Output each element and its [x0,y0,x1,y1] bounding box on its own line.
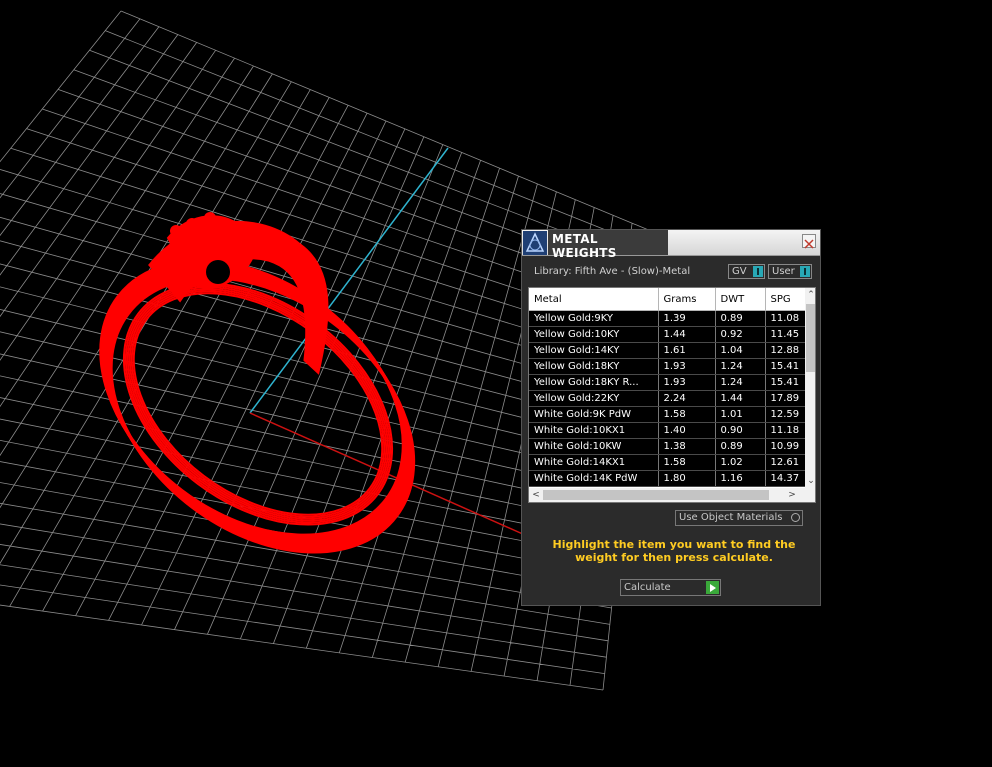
cell-grams: 2.24 [658,390,716,407]
library-label: Library: Fifth Ave - (Slow)-Metal [534,266,691,277]
cell-spg: 11.08 [765,310,806,327]
close-icon [804,239,814,249]
cell-grams: 1.93 [658,374,716,391]
close-button[interactable] [802,234,816,249]
cell-dwt: 0.92 [715,326,766,343]
table-row[interactable]: Yellow Gold:22KY 2.24 1.44 17.89 [529,390,806,407]
calculate-label: Calculate [624,582,671,593]
cell-dwt: 1.01 [715,406,766,423]
scroll-right-icon[interactable]: > [785,488,799,502]
cell-metal: Yellow Gold:18KY [529,358,659,375]
metal-weights-panel: METAL WEIGHTS Library: Fifth Ave - (Slow… [521,229,821,606]
user-toggle[interactable]: User [768,264,812,279]
cell-grams: 1.38 [658,438,716,455]
table-row[interactable]: White Gold:14K PdW 1.80 1.16 14.37 [529,470,806,487]
instruction-text: Highlight the item you want to find the … [552,538,796,564]
cell-grams: 1.58 [658,406,716,423]
toggle-knob-icon [800,266,810,277]
cell-spg: 10.99 [765,438,806,455]
window-title: METAL WEIGHTS [548,230,668,260]
cell-metal: White Gold:14KX1 [529,454,659,471]
table-row[interactable]: Yellow Gold:9KY 1.39 0.89 11.08 [529,310,806,327]
table-row[interactable]: White Gold:10KW 1.38 0.89 10.99 [529,438,806,455]
column-header-metal[interactable]: Metal [529,288,659,311]
cell-metal: White Gold:10KX1 [529,422,659,439]
cell-spg: 12.88 [765,342,806,359]
toggle-knob-icon [753,266,763,277]
metal-table: Metal Grams DWT SPG Yellow Gold:9KY 1.39 0… [528,287,816,503]
ring-bead [294,264,306,276]
ring-bead [186,218,198,230]
vertical-scrollbar[interactable]: ⌃ ⌄ [805,288,815,488]
cell-spg: 15.41 [765,358,806,375]
ring-bead [170,225,182,237]
user-toggle-label: User [772,266,795,277]
cell-grams: 1.44 [658,326,716,343]
calculate-button[interactable]: Calculate [620,579,721,596]
material-source-value: Use Object Materials [679,512,783,523]
column-header-dwt[interactable]: DWT [715,288,766,311]
table-row[interactable]: Yellow Gold:18KY 1.93 1.24 15.41 [529,358,806,375]
cell-spg: 11.18 [765,422,806,439]
cell-spg: 15.41 [765,374,806,391]
cell-grams: 1.58 [658,454,716,471]
horizontal-scrollbar[interactable]: < > [529,488,815,502]
ring-stone-gap [206,260,230,284]
cell-spg: 17.89 [765,390,806,407]
ring-bead [232,226,244,238]
cell-grams: 1.40 [658,422,716,439]
cell-metal: White Gold:10KW [529,438,659,455]
title-bar[interactable]: METAL WEIGHTS [522,230,820,260]
cell-metal: Yellow Gold:18KY R... [529,374,659,391]
cell-spg: 14.37 [765,470,806,487]
ring-bead [220,218,232,230]
table-row[interactable]: White Gold:9K PdW 1.58 1.01 12.59 [529,406,806,423]
cell-grams: 1.61 [658,342,716,359]
cell-dwt: 1.44 [715,390,766,407]
dropdown-circle-icon [791,513,800,522]
cell-spg: 11.45 [765,326,806,343]
cell-grams: 1.80 [658,470,716,487]
scroll-down-icon[interactable]: ⌄ [805,474,815,488]
table-row[interactable]: White Gold:14KX1 1.58 1.02 12.61 [529,454,806,471]
cell-metal: White Gold:9K PdW [529,406,659,423]
table-row[interactable]: Yellow Gold:14KY 1.61 1.04 12.88 [529,342,806,359]
table-row[interactable]: White Gold:10KX1 1.40 0.90 11.18 [529,422,806,439]
metal-table-grid: Metal Grams DWT SPG Yellow Gold:9KY 1.39 0… [529,288,806,487]
material-source-dropdown[interactable]: Use Object Materials [675,510,803,526]
table-row[interactable]: Yellow Gold:18KY R... 1.93 1.24 15.41 [529,374,806,391]
horizontal-scroll-thumb[interactable] [543,490,769,500]
cell-spg: 12.59 [765,406,806,423]
cell-dwt: 1.16 [715,470,766,487]
cell-dwt: 1.04 [715,342,766,359]
vertical-scroll-thumb[interactable] [806,304,815,372]
cell-dwt: 0.89 [715,438,766,455]
cell-grams: 1.93 [658,358,716,375]
cell-metal: White Gold:14K PdW [529,470,659,487]
scroll-left-icon[interactable]: < [529,488,543,502]
table-header-row: Metal Grams DWT SPG [529,288,806,311]
cell-metal: Yellow Gold:9KY [529,310,659,327]
app-logo-icon [523,231,547,255]
column-header-grams[interactable]: Grams [658,288,716,311]
cell-metal: Yellow Gold:10KY [529,326,659,343]
3d-viewport[interactable] [0,0,992,767]
cell-metal: Yellow Gold:14KY [529,342,659,359]
ring-bead [204,212,216,224]
cell-dwt: 1.02 [715,454,766,471]
cell-dwt: 1.24 [715,358,766,375]
gv-toggle[interactable]: GV [728,264,765,279]
table-row[interactable]: Yellow Gold:10KY 1.44 0.92 11.45 [529,326,806,343]
play-icon [706,581,719,594]
gv-toggle-label: GV [732,266,747,277]
cell-dwt: 0.90 [715,422,766,439]
column-header-spg[interactable]: SPG [765,288,806,311]
cell-dwt: 1.24 [715,374,766,391]
cell-dwt: 0.89 [715,310,766,327]
cell-spg: 12.61 [765,454,806,471]
cell-grams: 1.39 [658,310,716,327]
scroll-up-icon[interactable]: ⌃ [805,288,815,302]
cell-metal: Yellow Gold:22KY [529,390,659,407]
ring-bead [306,276,318,288]
